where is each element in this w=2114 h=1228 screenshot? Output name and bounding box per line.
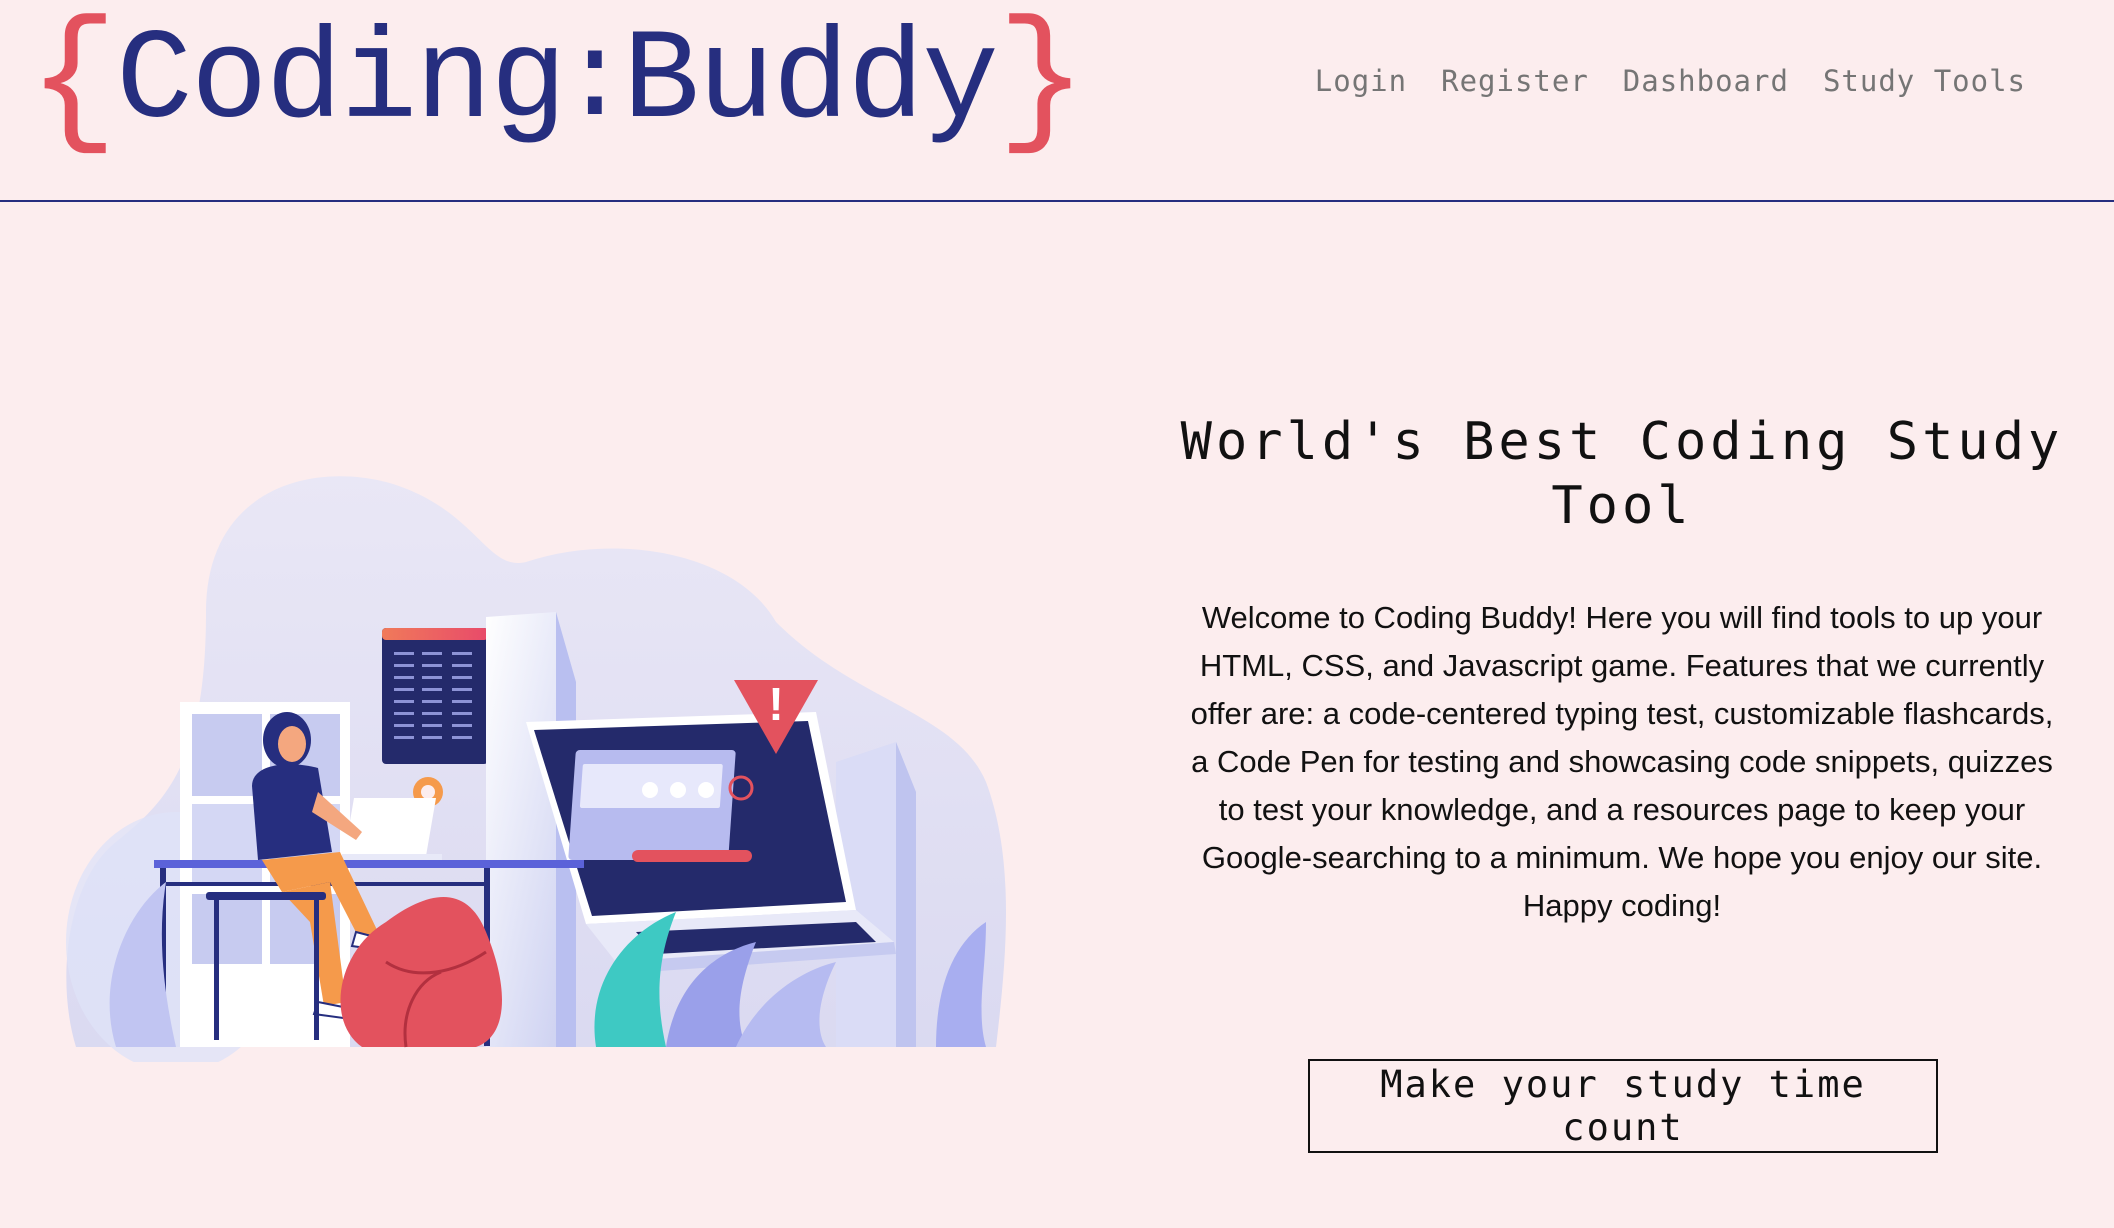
nav-link-study-tools[interactable]: Study Tools (1823, 64, 2026, 98)
hero-text-block: World's Best Coding Study Tool Welcome t… (1180, 410, 2064, 930)
cta-button[interactable]: Make your study time count (1308, 1059, 1938, 1153)
nav-link-register[interactable]: Register (1441, 64, 1589, 98)
site-logo[interactable]: { Coding : Buddy } (28, 0, 1087, 168)
hero-description: Welcome to Coding Buddy! Here you will f… (1190, 600, 2054, 923)
main-nav: Login Register Dashboard Study Tools (1281, 64, 2026, 98)
alert-symbol: ! (768, 678, 783, 730)
floating-code-panel (382, 628, 488, 764)
logo-word-coding: Coding (116, 10, 567, 155)
logo-colon: : (558, 15, 631, 151)
logo-open-brace: { (28, 0, 118, 168)
logo-word-buddy: Buddy (622, 10, 999, 155)
site-header: { Coding : Buddy } Login Register Dashbo… (0, 0, 2114, 202)
nav-link-dashboard[interactable]: Dashboard (1623, 64, 1789, 98)
logo-close-brace: } (996, 0, 1087, 168)
hero-title: World's Best Coding Study Tool (1180, 412, 2064, 536)
nav-link-login[interactable]: Login (1315, 64, 1407, 98)
hero-illustration: ! (66, 476, 1007, 1062)
